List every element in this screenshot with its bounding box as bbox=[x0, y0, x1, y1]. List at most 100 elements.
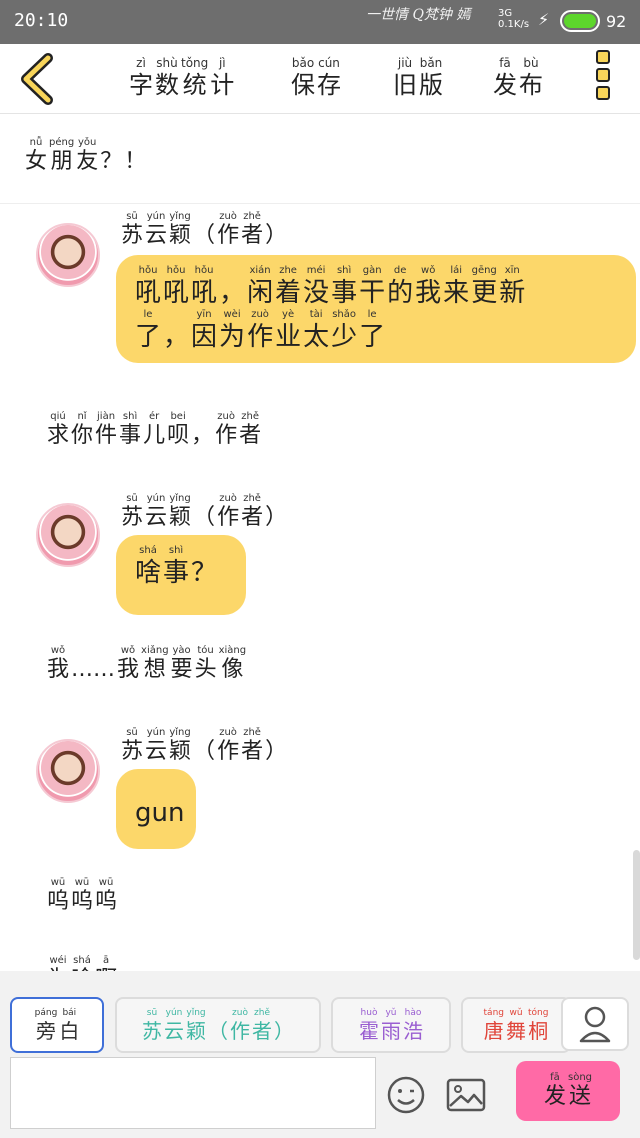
character-narrator[interactable]: páng 旁 bái 白 bbox=[10, 997, 104, 1053]
pinyin: zhě bbox=[243, 727, 261, 738]
pinyin-glyph: …… bbox=[71, 645, 115, 683]
old-version-button[interactable]: jiù 旧 bǎn 版 bbox=[392, 56, 444, 100]
pinyin: jiù bbox=[397, 56, 413, 70]
pinyin-glyph: le 了 bbox=[359, 309, 385, 353]
pinyin-glyph: ā啊 bbox=[95, 955, 117, 971]
pinyin: ā bbox=[102, 955, 110, 966]
pinyin-glyph: yǐng 颖 bbox=[169, 727, 191, 765]
pinyin-glyph: fā 发 bbox=[493, 56, 517, 100]
pinyin-glyph: gàn 干 bbox=[359, 265, 385, 309]
word-count-button[interactable]: zì 字 shù 数 tǒng 统 jì 计 bbox=[128, 56, 235, 100]
hanzi: 我 bbox=[47, 657, 70, 682]
pinyin bbox=[265, 211, 287, 223]
pinyin-glyph: zì 字 bbox=[129, 56, 153, 100]
hanzi: 旁 bbox=[36, 1019, 56, 1043]
pinyin: sū bbox=[126, 211, 138, 222]
pinyin: páng bbox=[34, 1008, 58, 1018]
hanzi: （ bbox=[208, 1019, 228, 1043]
hanzi: 求 bbox=[47, 423, 70, 448]
pinyin: zuò bbox=[219, 493, 237, 504]
chat-area[interactable]: nǚ 女 péng 朋 yǒu 友 ？ ！ sū 苏 yún 云 yǐng 颖 （zuò 作 zhě 者 … bbox=[0, 115, 640, 971]
hanzi: ） bbox=[265, 223, 288, 248]
hanzi: ， bbox=[191, 423, 214, 448]
message-bubble[interactable]: gun bbox=[116, 769, 196, 849]
image-button[interactable] bbox=[446, 1077, 486, 1113]
pinyin-glyph: hǒu 吼 bbox=[163, 265, 189, 309]
message-input[interactable] bbox=[10, 1057, 376, 1129]
pinyin-glyph: nǚ 女 bbox=[25, 137, 47, 175]
hanzi: 布 bbox=[519, 71, 543, 99]
battery-icon bbox=[560, 10, 600, 32]
pinyin: wǒ bbox=[120, 645, 136, 656]
hanzi: 着 bbox=[275, 278, 302, 308]
pinyin: wū bbox=[50, 877, 66, 888]
scrollbar[interactable] bbox=[633, 850, 640, 960]
hanzi: 来 bbox=[443, 278, 470, 308]
publish-button[interactable]: fā 发 bù 布 bbox=[492, 56, 544, 100]
hanzi: 白 bbox=[59, 1019, 80, 1043]
avatar[interactable] bbox=[36, 739, 100, 803]
pinyin-glyph: ） bbox=[265, 211, 287, 249]
user-icon bbox=[579, 1006, 611, 1043]
pinyin-glyph: sū 苏 bbox=[121, 211, 143, 249]
hanzi: 更 bbox=[471, 278, 498, 308]
pinyin: le bbox=[367, 309, 377, 320]
hanzi: ） bbox=[274, 1019, 294, 1043]
avatar[interactable] bbox=[36, 223, 100, 287]
pinyin: zì bbox=[136, 56, 146, 70]
pinyin: tóng bbox=[528, 1008, 549, 1018]
hanzi: 业 bbox=[275, 322, 302, 352]
pinyin: wǒ bbox=[50, 645, 66, 656]
back-button[interactable] bbox=[14, 52, 64, 106]
pinyin-glyph: fā 发 bbox=[544, 1072, 566, 1110]
hanzi: 呜 bbox=[47, 889, 70, 914]
send-button[interactable]: fā 发 sòng 送 bbox=[516, 1061, 620, 1121]
pinyin: zuò bbox=[251, 309, 269, 320]
avatar[interactable] bbox=[36, 503, 100, 567]
pinyin: zhě bbox=[241, 411, 259, 422]
pinyin: bǎn bbox=[419, 56, 443, 70]
pinyin-glyph: sòng 送 bbox=[568, 1072, 592, 1110]
image-icon bbox=[446, 1078, 486, 1112]
pinyin: yǐng bbox=[186, 1008, 206, 1018]
network-type: 3G bbox=[498, 8, 513, 19]
save-button[interactable]: bǎo 保 cún 存 bbox=[290, 56, 342, 100]
pinyin: wū bbox=[98, 877, 114, 888]
pinyin: xīn bbox=[504, 265, 520, 276]
status-bar: 20:10 一世情 Q梵钟 嫣 3G 0.1K/s ⚡ 92 bbox=[0, 0, 640, 44]
pinyin: péng bbox=[49, 137, 75, 148]
pinyin: zuò bbox=[219, 727, 237, 738]
pinyin-glyph: yǒu 友 bbox=[76, 137, 98, 175]
add-character-button[interactable] bbox=[561, 997, 629, 1051]
menu-icon[interactable] bbox=[596, 50, 614, 106]
hanzi: 事 bbox=[163, 558, 190, 588]
hanzi: （ bbox=[193, 223, 216, 248]
emoji-button[interactable] bbox=[386, 1075, 426, 1115]
pinyin: shǎo bbox=[332, 309, 357, 320]
pinyin-glyph: xián 闲 bbox=[247, 265, 273, 309]
character-tang-wutong[interactable]: táng 唐 wǔ 舞 tóng 桐 bbox=[461, 997, 571, 1053]
character-huo-yuhao[interactable]: huò 霍 yǔ 雨 hào 浩 bbox=[331, 997, 451, 1053]
message-bubble[interactable]: shá 啥 shì 事 ？ bbox=[116, 535, 246, 615]
hanzi: （ bbox=[193, 505, 216, 530]
pinyin: gēng bbox=[471, 265, 497, 276]
pinyin-glyph: yǐng 颖 bbox=[186, 1007, 206, 1043]
pinyin-glyph: péng 朋 bbox=[49, 137, 74, 175]
pinyin: yún bbox=[146, 211, 166, 222]
message-bubble[interactable]: hǒu 吼 hǒu 吼 hǒu 吼 ， xián 闲 zhe 着 méi 没 shì 事 gàn 干 de 的 wǒ… bbox=[116, 255, 636, 363]
pinyin-glyph: nǐ 你 bbox=[71, 411, 93, 449]
pinyin-glyph: zuò 作 bbox=[230, 1007, 250, 1043]
pinyin-glyph: yào 要 bbox=[171, 645, 193, 683]
pinyin-glyph: yǐng 颖 bbox=[169, 493, 191, 531]
pinyin: fā bbox=[550, 1072, 560, 1083]
hanzi: 因 bbox=[191, 322, 218, 352]
hanzi: 苏 bbox=[142, 1019, 162, 1043]
hanzi: 数 bbox=[155, 71, 179, 99]
pinyin: shá bbox=[139, 545, 157, 556]
character-su-yunying[interactable]: sū 苏 yún 云 yǐng 颖 （zuò 作 zhě 者 ） bbox=[115, 997, 321, 1053]
pinyin bbox=[208, 1007, 228, 1019]
pinyin: shì bbox=[336, 265, 352, 276]
hanzi: 旧 bbox=[393, 71, 417, 99]
hanzi: 吼 bbox=[135, 278, 162, 308]
pinyin: wèi bbox=[223, 309, 241, 320]
